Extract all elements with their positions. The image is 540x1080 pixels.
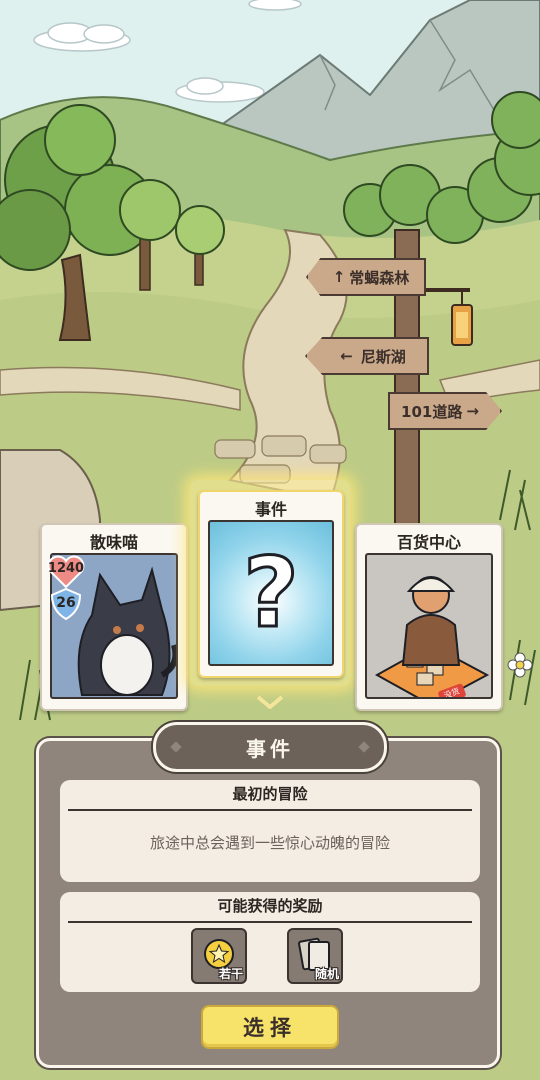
reward-coins[interactable]: 若干	[191, 928, 247, 984]
question-mark-icon: ?	[242, 537, 301, 649]
event-panel-title: 事件	[246, 736, 294, 761]
choose-button[interactable]: 选择	[201, 1005, 339, 1049]
character-card-title: 散味喵	[89, 533, 138, 552]
merchant-icon	[374, 576, 490, 697]
divider	[68, 809, 472, 811]
diamond-ornament-right	[358, 741, 370, 753]
event-card-art: ?	[208, 520, 334, 666]
attack-value: 26	[56, 595, 76, 611]
divider	[68, 921, 472, 923]
event-info-section: 最初的冒险 旅途中总会遇到一些惊心动魄的冒险	[60, 780, 480, 882]
character-card[interactable]: 散味喵 1240 26	[40, 523, 188, 711]
diamond-ornament-left	[170, 741, 182, 753]
signpost-forest: ↑ 常蝎森林	[306, 258, 426, 296]
signpost-lake: ← 尼斯湖	[305, 337, 429, 375]
event-description: 旅途中总会遇到一些惊心动魄的冒险	[149, 834, 390, 852]
event-title: 最初的冒险	[232, 785, 308, 803]
arrow-left-icon: ←	[340, 347, 353, 365]
shop-portrait: 没货	[365, 553, 493, 699]
signpost-forest-label: 常蝎森林	[349, 268, 410, 287]
shop-card[interactable]: 百货中心 没货	[355, 523, 503, 711]
chevron-down-icon	[256, 694, 284, 710]
arrow-right-icon: →	[466, 402, 479, 420]
event-card-title: 事件	[254, 500, 287, 519]
reward-random[interactable]: 随机	[287, 928, 343, 984]
signpost-road: 101道路 →	[388, 392, 502, 430]
rewards-header: 可能获得的奖励	[217, 897, 323, 915]
event-panel-tab: 事件	[153, 722, 387, 772]
reward-coins-label: 若干	[218, 967, 243, 981]
shop-card-title: 百货中心	[396, 533, 461, 552]
reward-random-label: 随机	[314, 967, 339, 981]
signpost-road-label: 101道路	[401, 402, 463, 421]
hp-value: 1240	[47, 561, 85, 576]
rewards-section: 可能获得的奖励 若干 随机	[60, 892, 480, 992]
event-card[interactable]: 事件 ?	[198, 490, 344, 678]
arrow-up-icon: ↑	[332, 268, 346, 286]
signpost-lake-label: 尼斯湖	[360, 347, 406, 366]
choose-button-label: 选择	[243, 1016, 297, 1040]
